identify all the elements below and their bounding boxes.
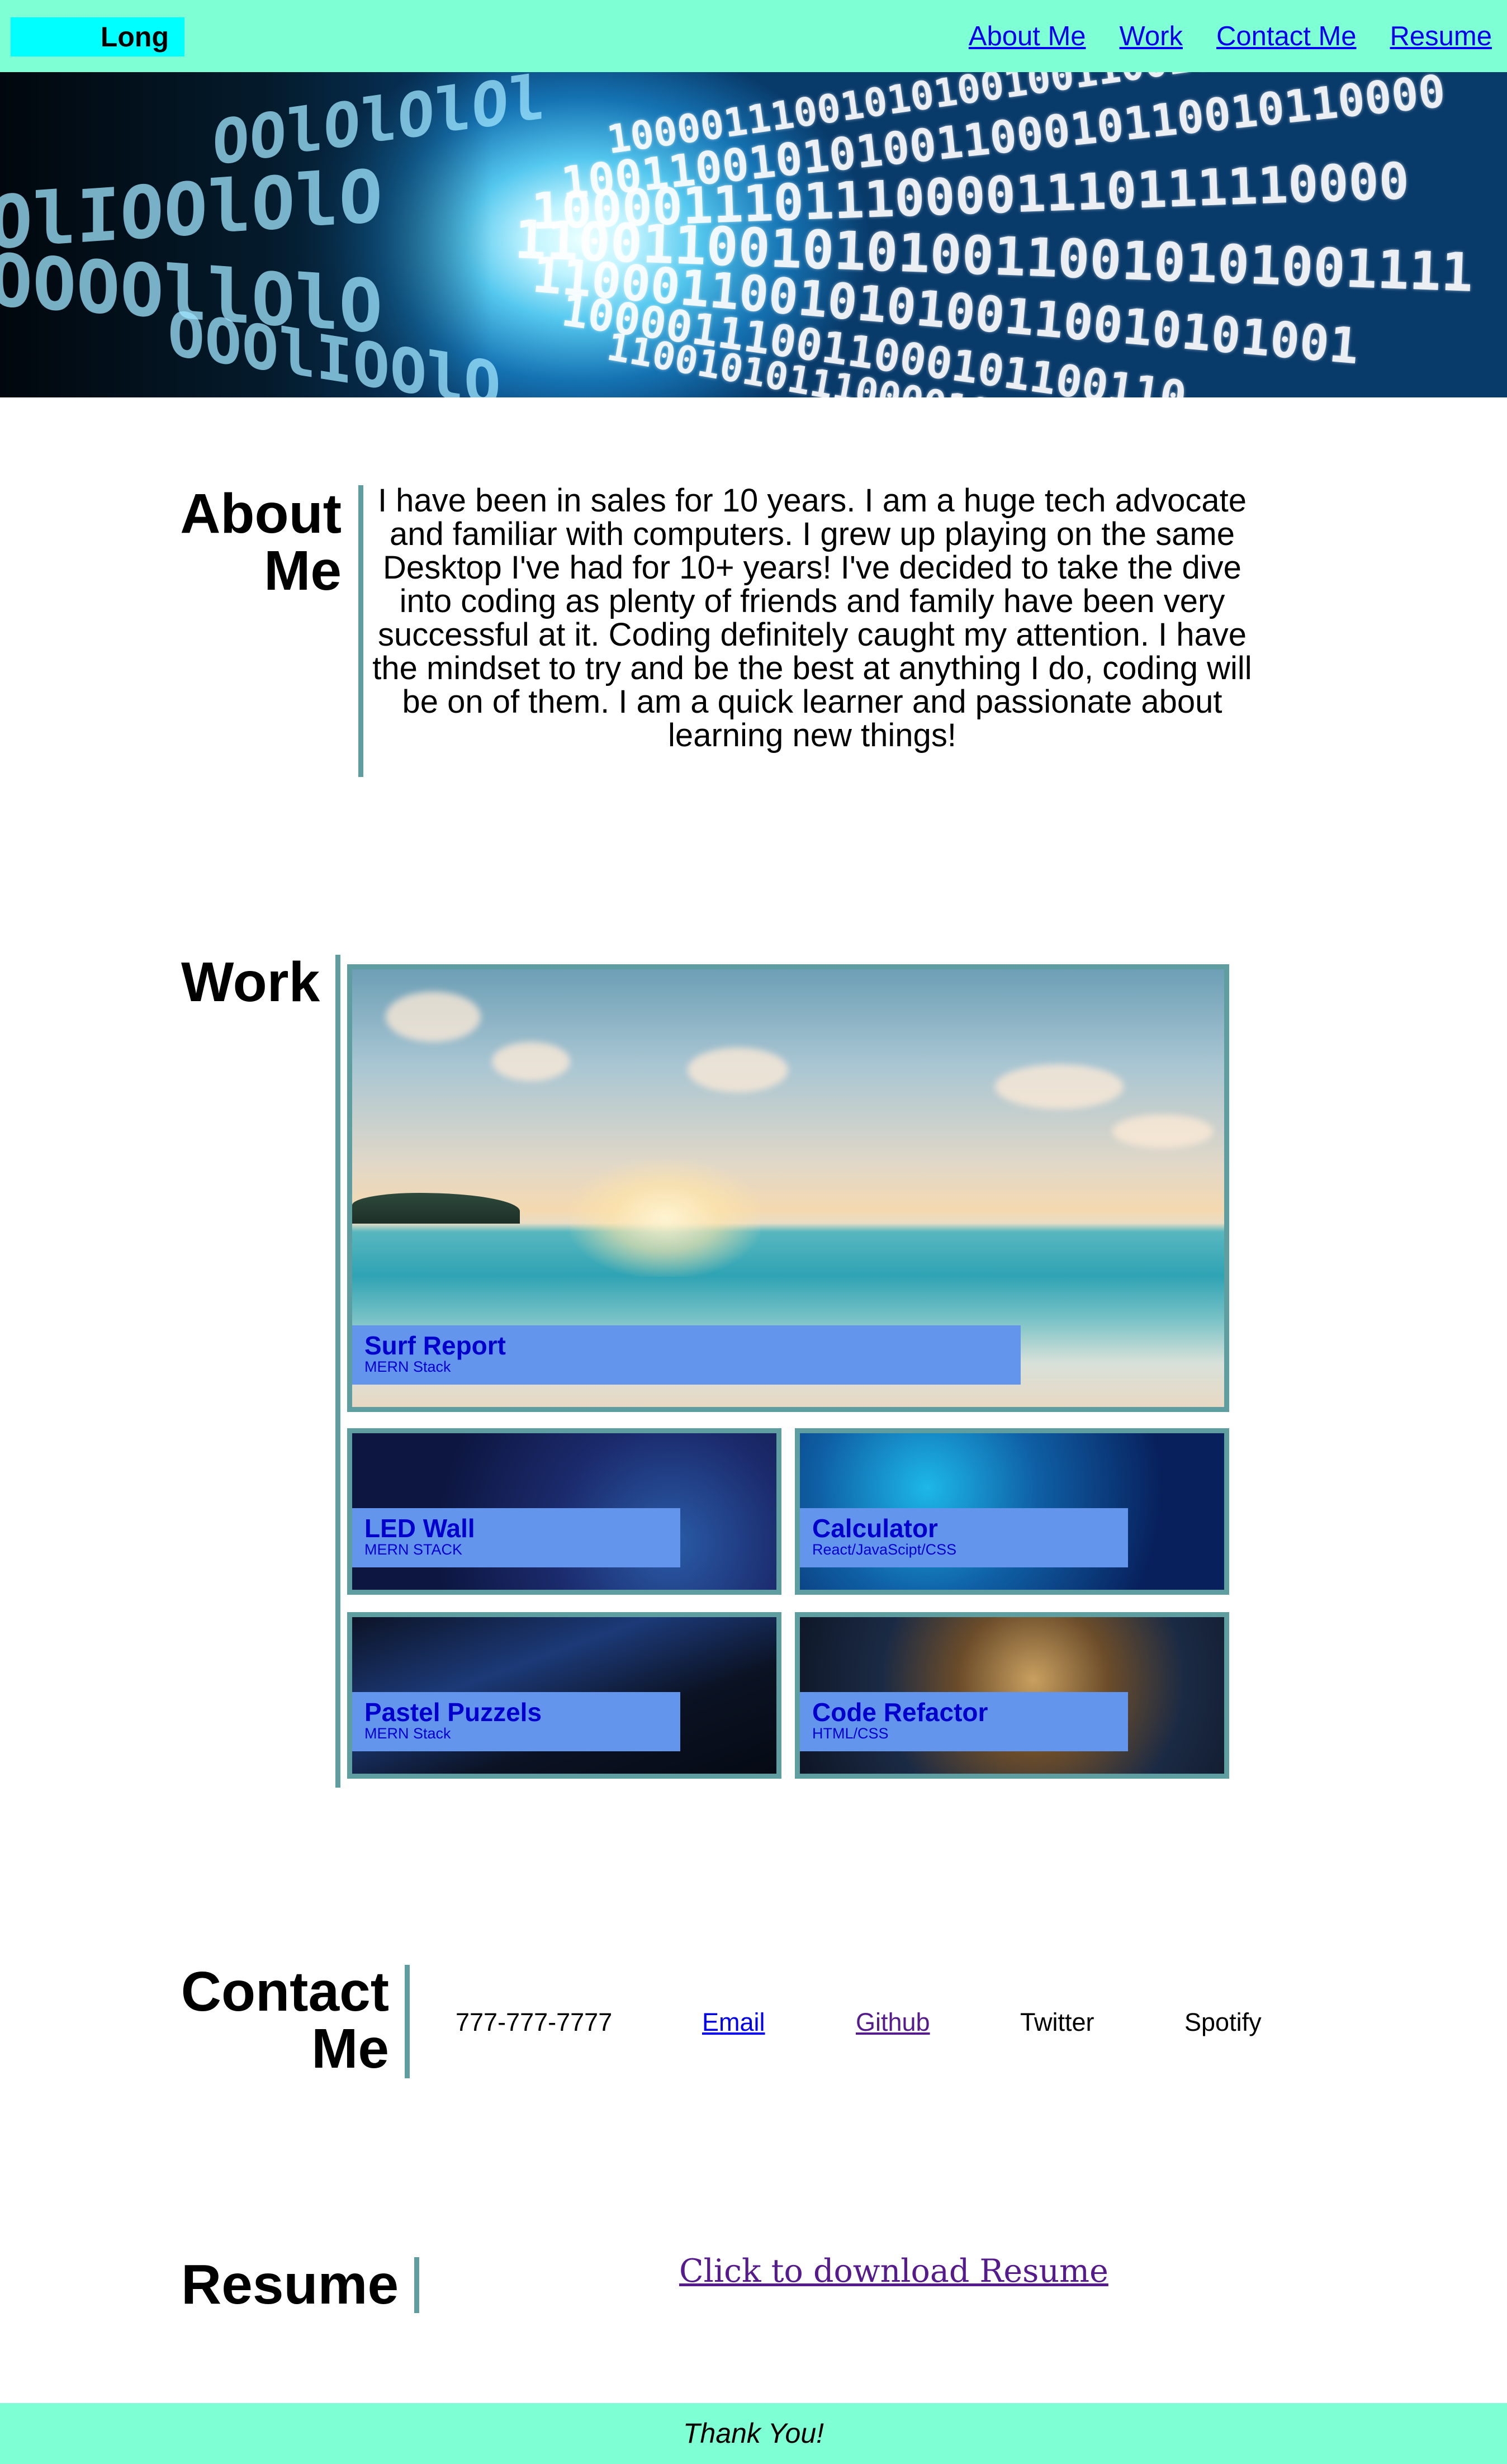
project-card-surf-report[interactable]: Surf Report MERN Stack [347, 964, 1229, 1412]
project-stack: MERN STACK [364, 1541, 463, 1558]
project-label: Calculator React/JavaScipt/CSS [800, 1508, 1128, 1567]
contact-spotify: Spotify [1184, 2008, 1262, 2036]
site-footer: Thank You! [0, 2403, 1507, 2464]
contact-email-link[interactable]: Email [702, 2007, 765, 2038]
project-stack: HTML/CSS [812, 1725, 889, 1742]
project-card-calculator[interactable]: Calculator React/JavaScipt/CSS [795, 1428, 1229, 1595]
project-title: Pastel Puzzels [364, 1698, 542, 1727]
beach-sun [570, 1159, 760, 1277]
project-card-led-wall[interactable]: LED Wall MERN STACK [347, 1428, 781, 1595]
project-label: Code Refactor HTML/CSS [800, 1692, 1128, 1751]
contact-title-line2: Me [311, 2017, 389, 2080]
contact-title: Contact Me [181, 1963, 389, 2077]
resume-title: Resume [181, 2253, 399, 2316]
hero-banner-image: OOlOlOlOl OlIOOlOlO OOOOllOlO OOOlIOOlO … [0, 72, 1507, 397]
project-title: Code Refactor [812, 1698, 988, 1727]
about-title-line2: Me [264, 539, 342, 602]
project-stack: MERN Stack [364, 1358, 451, 1375]
project-label: Surf Report MERN Stack [352, 1325, 1021, 1385]
project-card-code-refactor[interactable]: Code Refactor HTML/CSS [795, 1612, 1229, 1779]
project-title: Calculator [812, 1514, 938, 1543]
resume-divider [414, 2257, 419, 2313]
project-title: Surf Report [364, 1331, 506, 1360]
project-card-pastel-puzzels[interactable]: Pastel Puzzels MERN Stack [347, 1612, 781, 1779]
resume-download-link[interactable]: Click to download Resume [679, 2252, 1108, 2291]
nav-resume[interactable]: Resume [1390, 20, 1492, 53]
contact-github-link[interactable]: Github [856, 2007, 930, 2038]
about-title-line1: About [180, 482, 342, 545]
main-nav: About Me Work Contact Me Resume [969, 20, 1492, 53]
contact-title-line1: Contact [181, 1960, 389, 2023]
site-header: Long About Me Work Contact Me Resume [0, 0, 1507, 72]
beach-cloud [1112, 1115, 1213, 1148]
project-label: LED Wall MERN STACK [352, 1508, 680, 1567]
project-label: Pastel Puzzels MERN Stack [352, 1692, 680, 1751]
work-divider [335, 955, 340, 1788]
beach-cloud [386, 992, 481, 1042]
work-title: Work [181, 951, 320, 1013]
beach-cloud [492, 1042, 570, 1081]
project-title: LED Wall [364, 1514, 475, 1543]
nav-work[interactable]: Work [1120, 20, 1183, 53]
nav-about-me[interactable]: About Me [969, 20, 1086, 53]
beach-cloud [688, 1048, 788, 1092]
beach-cloud [995, 1064, 1124, 1109]
about-title: About Me [180, 485, 342, 599]
about-text: I have been in sales for 10 years. I am … [372, 482, 1252, 754]
project-stack: React/JavaScipt/CSS [812, 1541, 957, 1558]
contact-twitter: Twitter [1020, 2008, 1094, 2036]
beach-island [352, 1193, 520, 1224]
project-stack: MERN Stack [364, 1725, 451, 1742]
contact-divider [405, 1965, 410, 2078]
contact-phone: 777-777-7777 [456, 2008, 613, 2036]
logo[interactable]: Long [11, 17, 184, 56]
nav-contact-me[interactable]: Contact Me [1216, 20, 1357, 53]
